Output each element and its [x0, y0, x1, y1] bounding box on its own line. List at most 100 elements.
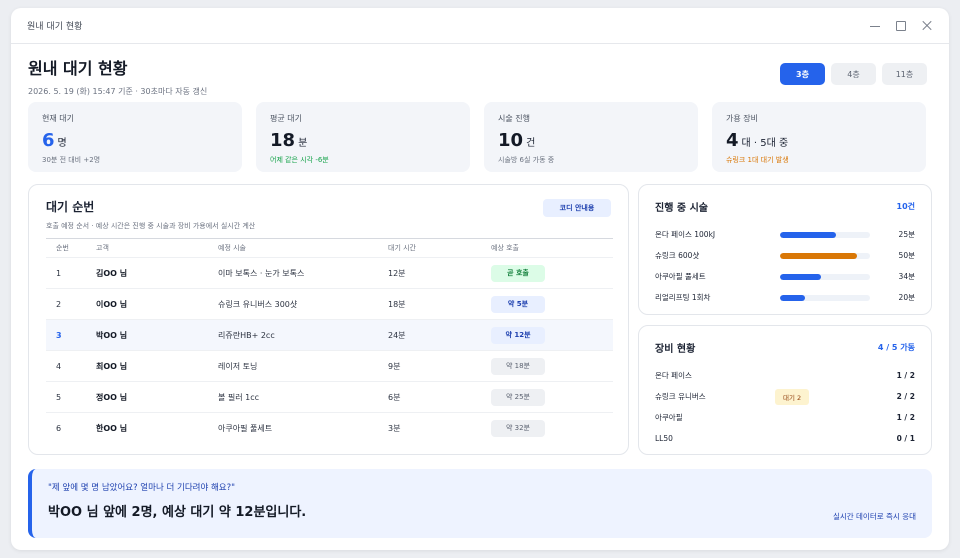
queue-description: 호출 예정 순서 · 예상 시간은 진행 중 시술과 장비 가용에서 실시간 계…: [46, 222, 256, 230]
call-cell: 약 5분: [491, 288, 613, 320]
equipment-title: 장비 현황: [655, 344, 696, 355]
close-icon[interactable]: [921, 20, 933, 32]
equipment-panel: 장비 현황 4 / 5 가동 온다 페이스 1 / 2 슈링크 유니버스 대기 2 2 …: [638, 325, 932, 455]
progress-fill: [780, 231, 836, 238]
equipment-usage: 1 / 2: [896, 371, 915, 380]
stat-unit: 대 · 5대 중: [741, 138, 789, 149]
customer-name: 박OO 님: [96, 319, 218, 351]
coordinator-guide-button[interactable]: 코디 안내용: [543, 199, 611, 217]
equipment-usage: 1 / 2: [896, 413, 915, 422]
stat-value: 6: [42, 130, 55, 151]
titlebar: 원내 대기 현황: [11, 8, 949, 44]
stat-label: 가용 장비: [726, 114, 758, 123]
stat-unit: 명: [57, 138, 67, 149]
answer-banner: "제 앞에 몇 명 남았어요? 얼마나 더 기다려야 해요?" 박OO 님 앞에…: [28, 469, 932, 538]
floor-tabs: 3층 4층 11층: [780, 63, 927, 85]
procedure: 이마 보톡스 · 눈가 보톡스: [218, 257, 388, 289]
queue-number: 5: [46, 381, 96, 413]
procedure: 아쿠아필 풀세트: [218, 412, 388, 444]
queue-title: 대기 순번: [46, 200, 95, 214]
stat-note: 어제 같은 시각 -6분: [270, 156, 329, 164]
progress-item: 온다 페이스 100kJ 25분: [655, 224, 915, 245]
wait-time: 6분: [388, 381, 491, 413]
call-badge: 약 12분: [491, 326, 545, 344]
column-header: 순번: [46, 238, 96, 258]
remaining-time: 25분: [898, 230, 915, 239]
equipment-item: LL50 0 / 1: [655, 428, 915, 449]
in-progress-title: 진행 중 시술: [655, 203, 708, 214]
window-title: 원내 대기 현황: [27, 22, 83, 32]
stat-label: 평균 대기: [270, 114, 302, 123]
page-subtitle: 2026. 5. 19 (화) 15:47 기준 · 30초마다 자동 갱신: [28, 87, 208, 96]
in-progress-count: 10건: [896, 202, 916, 211]
stat-note: 시술방 6실 가동 중: [498, 156, 555, 164]
procedure: 레이저 토닝: [218, 350, 388, 382]
remaining-time: 50분: [898, 251, 915, 260]
stat-label: 현재 대기: [42, 114, 74, 123]
customer-name: 최OO 님: [96, 350, 218, 382]
equipment-usage: 0 / 1: [896, 434, 915, 443]
stat-card-procedures: 시술 진행 10 건 시술방 6실 가동 중: [484, 102, 698, 172]
in-progress-panel: 진행 중 시술 10건 온다 페이스 100kJ 25분슈링크 600샷 50분아쿠…: [638, 184, 932, 315]
stat-unit: 건: [526, 138, 536, 149]
call-cell: 약 12분: [491, 319, 613, 351]
wait-time: 24분: [388, 319, 491, 351]
equipment-name: 아쿠아필: [655, 413, 683, 422]
table-row[interactable]: 2 이OO 님 슈링크 유니버스 300샷 18분 약 5분: [46, 288, 613, 320]
progress-fill: [780, 252, 857, 259]
stat-card-equipment: 가용 장비 4대 · 5대 중 슈링크 1대 대기 발생: [712, 102, 926, 172]
customer-question: "제 앞에 몇 명 남았어요? 얼마나 더 기다려야 해요?": [48, 483, 236, 493]
progress-track: [780, 273, 870, 280]
table-row[interactable]: 4 최OO 님 레이저 토닝 9분 약 18분: [46, 350, 613, 382]
queue-table: 순번 고객 예정 시술 대기 시간 예상 호출 1 김OO 님 이마 보톡스 · 눈…: [46, 238, 613, 444]
equipment-item: 아쿠아필 1 / 2: [655, 407, 915, 428]
wait-time: 3분: [388, 412, 491, 444]
equipment-item: 슈링크 유니버스 대기 2 2 / 2: [655, 386, 915, 407]
procedure-name: 슈링크 600샷: [655, 251, 700, 260]
queue-panel: 대기 순번 호출 예정 순서 · 예상 시간은 진행 중 시술과 장비 가용에서…: [28, 184, 629, 455]
stats-row: 현재 대기 6명 30분 전 대비 +2명 평균 대기 18 분 어제 같은 시각…: [28, 102, 926, 172]
table-row[interactable]: 1 김OO 님 이마 보톡스 · 눈가 보톡스 12분 곧 호출: [46, 257, 613, 289]
minimize-icon[interactable]: [869, 20, 881, 32]
queue-number: 3: [46, 319, 96, 351]
call-cell: 약 18분: [491, 350, 613, 382]
call-badge: 약 18분: [491, 357, 545, 375]
app-window: 원내 대기 현황 원내 대기 현황 2026. 5. 19 (화) 15:47 …: [11, 8, 949, 550]
stat-value: 10: [498, 130, 524, 151]
maximize-icon[interactable]: [895, 20, 907, 32]
progress-track: [780, 294, 870, 301]
call-cell: 약 25분: [491, 381, 613, 413]
realtime-response-link[interactable]: 실시간 데이터로 즉시 응대: [833, 511, 916, 522]
procedure: 볼 필러 1cc: [218, 381, 388, 413]
table-row[interactable]: 5 정OO 님볼 필러 1cc 6분 약 25분: [46, 381, 613, 413]
queue-number: 6: [46, 412, 96, 444]
page-title: 원내 대기 현황: [28, 59, 128, 78]
call-badge: 약 25분: [491, 388, 545, 406]
customer-name: 이OO 님: [96, 288, 218, 320]
call-cell: 약 32분: [491, 412, 613, 444]
floor-tab-3[interactable]: 3층: [780, 63, 825, 85]
floor-tab-4[interactable]: 4층: [831, 63, 876, 85]
stat-label: 시술 진행: [498, 114, 530, 123]
equipment-name: 온다 페이스: [655, 371, 692, 380]
stat-note: 슈링크 1대 대기 발생: [726, 156, 789, 164]
wait-time: 12분: [388, 257, 491, 289]
table-row[interactable]: 3 박OO 님 리쥬란HB+ 2cc 24분 약 12분: [46, 319, 613, 351]
column-header: 예정 시술: [218, 238, 388, 258]
call-badge: 약 32분: [491, 419, 545, 437]
table-row[interactable]: 6 한OO 님 아쿠아필 풀세트 3분 약 32분: [46, 412, 613, 444]
call-badge: 약 5분: [491, 295, 545, 313]
stat-value: 4: [726, 130, 739, 151]
progress-track: [780, 231, 870, 238]
stat-card-waiting: 현재 대기 6명 30분 전 대비 +2명: [28, 102, 242, 172]
progress-track: [780, 252, 870, 259]
stat-card-avg-wait: 평균 대기 18 분 어제 같은 시각 -6분: [256, 102, 470, 172]
progress-fill: [780, 294, 806, 301]
customer-name: 김OO 님: [96, 257, 218, 289]
queue-badge: 대기 2: [775, 388, 810, 405]
progress-item: 아쿠아필 풀세트 34분: [655, 266, 915, 287]
floor-tab-11[interactable]: 11층: [882, 63, 927, 85]
stat-note: 30분 전 대비 +2명: [42, 156, 101, 164]
procedure-name: 리얼리프팅 1회차: [655, 293, 711, 302]
stat-unit: 분: [298, 138, 308, 149]
